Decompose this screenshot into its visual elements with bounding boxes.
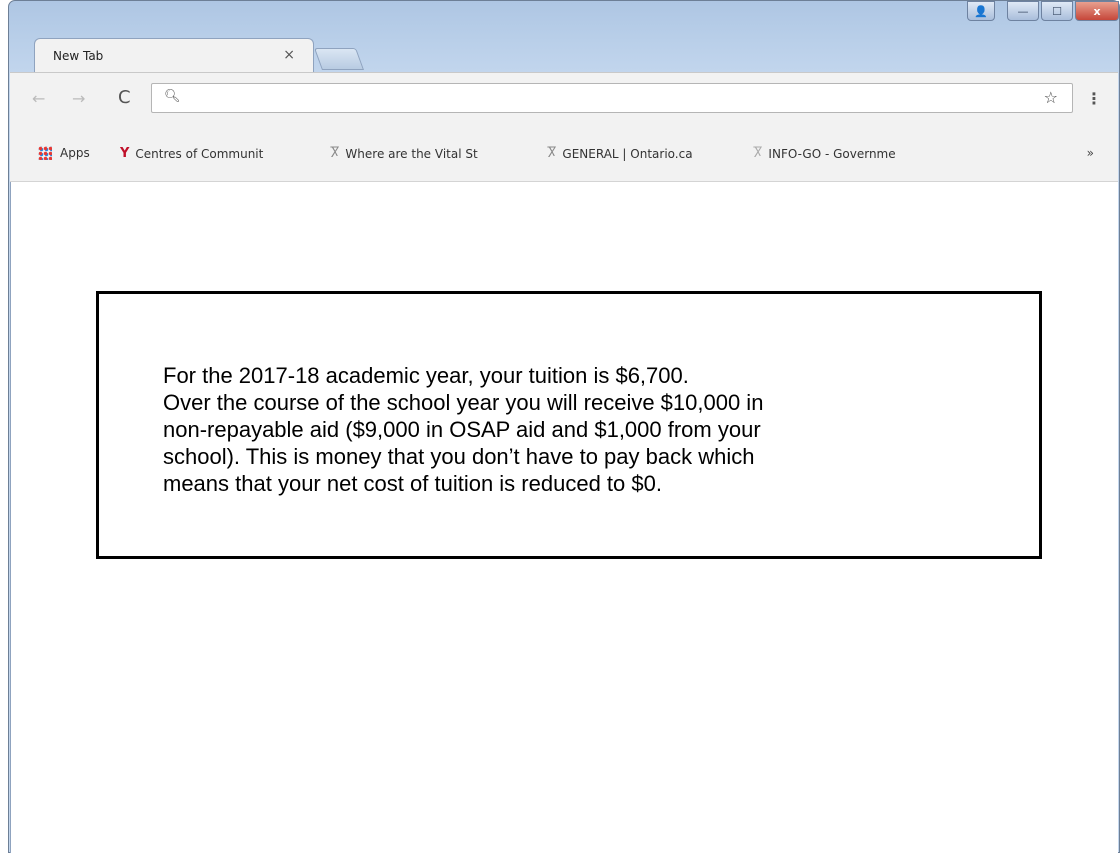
info-line: school). This is money that you don’t ha…	[163, 444, 755, 469]
tuition-info-text: For the 2017-18 academic year, your tuit…	[163, 362, 923, 497]
info-line: means that your net cost of tuition is r…	[163, 471, 662, 496]
bookmark-general-ontario[interactable]: Ⴟ GENERAL | Ontario.ca	[547, 146, 747, 161]
tab-new-tab[interactable]: New Tab ×	[34, 38, 314, 72]
bookmark-label: GENERAL | Ontario.ca	[562, 146, 693, 161]
ontario-logo-icon: Ⴟ	[547, 146, 557, 161]
bookmark-vital-statistics[interactable]: Ⴟ Where are the Vital St	[330, 146, 540, 161]
info-line: Over the course of the school year you w…	[163, 390, 764, 415]
bookmarks-bar: Apps Y Centres of Communit Ⴟ Where are t…	[10, 126, 1118, 182]
apps-icon	[38, 146, 52, 160]
info-line: For the 2017-18 academic year, your tuit…	[163, 363, 689, 388]
bookmark-info-go[interactable]: Ⴟ INFO-GO - Governme	[753, 146, 953, 161]
back-icon[interactable]: ←	[32, 89, 45, 108]
maximize-button[interactable]: ☐	[1041, 1, 1073, 21]
page-content: For the 2017-18 academic year, your tuit…	[10, 182, 1118, 853]
address-input[interactable]	[186, 88, 1006, 108]
bookmark-apps[interactable]: Apps	[38, 146, 90, 160]
address-bar[interactable]: 🔍︎ ☆	[151, 83, 1073, 113]
ontario-logo-icon: Ⴟ	[753, 146, 763, 161]
tuition-info-box: For the 2017-18 academic year, your tuit…	[96, 291, 1042, 559]
bookmark-label: Centres of Communit	[135, 146, 264, 161]
menu-icon[interactable]: ⋮	[1086, 89, 1102, 108]
close-window-button[interactable]: x	[1075, 1, 1119, 21]
tab-title: New Tab	[53, 49, 104, 63]
browser-toolbar: ← → C 🔍︎ ☆ ⋮	[10, 72, 1118, 126]
bookmarks-overflow-icon[interactable]: »	[1087, 146, 1094, 160]
forward-icon[interactable]: →	[72, 89, 85, 108]
profile-icon[interactable]: 👤	[967, 1, 995, 21]
minimize-button[interactable]: —	[1007, 1, 1039, 21]
window-controls: 👤 — ☐ x	[965, 1, 1119, 21]
bookmark-centres-of-community[interactable]: Y Centres of Communit	[120, 146, 320, 161]
new-tab-button[interactable]	[313, 48, 365, 70]
bookmark-label: Apps	[60, 146, 90, 160]
reload-icon[interactable]: C	[118, 87, 131, 108]
info-line: non-repayable aid ($9,000 in OSAP aid an…	[163, 417, 761, 442]
bookmark-label: INFO-GO - Governme	[768, 146, 896, 161]
tab-close-icon[interactable]: ×	[283, 47, 295, 63]
y-logo-icon: Y	[120, 146, 130, 161]
search-icon: 🔍︎	[164, 89, 181, 104]
bookmark-label: Where are the Vital St	[345, 146, 478, 161]
ontario-logo-icon: Ⴟ	[330, 146, 340, 161]
bookmark-star-icon[interactable]: ☆	[1044, 88, 1058, 107]
